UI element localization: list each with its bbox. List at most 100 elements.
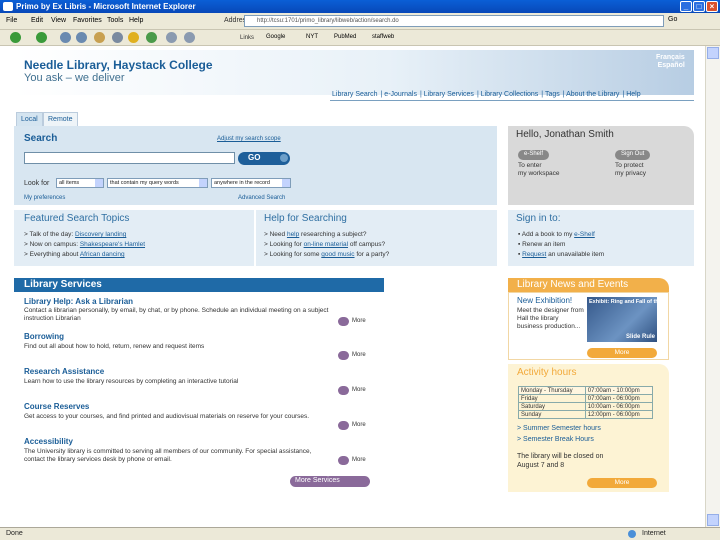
- match-type-select[interactable]: that contain my query words: [107, 178, 208, 188]
- more-arrow-icon: [338, 456, 349, 465]
- activity-more-button[interactable]: More: [587, 478, 657, 488]
- help-link[interactable]: help: [287, 231, 299, 238]
- service-title[interactable]: Course Reserves: [24, 402, 89, 411]
- search-go-button[interactable]: GO: [238, 152, 290, 165]
- eshelf-button[interactable]: e-Shelf: [518, 150, 550, 160]
- search-icon[interactable]: [112, 32, 123, 43]
- adjust-scope-link[interactable]: Adjust my search scope: [217, 136, 281, 142]
- vertical-scrollbar[interactable]: [705, 46, 720, 527]
- mail-icon[interactable]: [166, 32, 177, 43]
- globe-icon: [628, 530, 636, 538]
- search-title: Search: [24, 133, 58, 144]
- service-description: Learn how to use the library resources b…: [24, 378, 239, 385]
- history-icon[interactable]: [146, 32, 157, 43]
- library-name[interactable]: Needle Library, Haystack College: [24, 58, 213, 72]
- nav-about[interactable]: About the Library: [566, 91, 619, 98]
- table-row: Friday 07:00am - 06:00pm: [518, 394, 654, 403]
- more-arrow-icon: [338, 317, 349, 326]
- table-row: Saturday 10:00am - 06:00pm: [518, 402, 654, 411]
- lang-spanish[interactable]: Español: [656, 62, 685, 70]
- summer-hours-link[interactable]: > Summer Semester hours: [517, 425, 601, 432]
- scroll-up-icon[interactable]: [707, 47, 719, 59]
- more-button[interactable]: More: [338, 351, 374, 360]
- more-button[interactable]: More: [338, 421, 374, 430]
- nav-divider: [330, 100, 694, 101]
- nav-ejournals[interactable]: e-Journals: [384, 91, 417, 98]
- featured-link[interactable]: Shakespeare's Hamlet: [80, 241, 145, 248]
- link-staffweb[interactable]: staffweb: [372, 34, 394, 40]
- hours-table: Monday - Thursday 07:00am - 10:00pm Frida…: [518, 386, 654, 419]
- service-title[interactable]: Library Help: Ask a Librarian: [24, 297, 133, 306]
- link-pubmed[interactable]: PubMed: [334, 34, 356, 40]
- nav-tags[interactable]: Tags: [545, 91, 560, 98]
- search-input[interactable]: [24, 152, 235, 164]
- sign-in-link[interactable]: Request: [522, 251, 546, 258]
- exhibition-image-title: Exhibit: Ring and Fall of the ...: [589, 299, 668, 305]
- help-searching-title: Help for Searching: [264, 213, 347, 224]
- menu-edit[interactable]: Edit: [31, 17, 43, 24]
- tab-remote[interactable]: Remote: [43, 112, 78, 126]
- help-item: > Looking for some good music for a part…: [264, 251, 390, 258]
- link-nyt[interactable]: NYT: [306, 34, 318, 40]
- close-button[interactable]: ×: [706, 1, 718, 12]
- link-google[interactable]: Google: [266, 34, 285, 40]
- print-icon[interactable]: [184, 32, 195, 43]
- stop-icon[interactable]: [60, 32, 71, 43]
- sign-in-item: ▪ Add a book to my e-Shelf: [518, 231, 595, 238]
- address-field[interactable]: http://tcsu:1701/primo_library/libweb/ac…: [244, 15, 664, 27]
- my-preferences-link[interactable]: My preferences: [24, 195, 65, 201]
- services-title: Library Services: [24, 279, 102, 290]
- service-title[interactable]: Borrowing: [24, 332, 64, 341]
- nav-help[interactable]: Help: [626, 91, 640, 98]
- refresh-icon[interactable]: [76, 32, 87, 43]
- help-link[interactable]: good music: [321, 251, 354, 258]
- window-titlebar: Primo by Ex Libris - Microsoft Internet …: [0, 0, 720, 13]
- nav-library-search[interactable]: Library Search: [332, 91, 378, 98]
- tab-local[interactable]: Local: [16, 112, 43, 126]
- menu-tools[interactable]: Tools: [107, 17, 123, 24]
- help-link[interactable]: on-line material: [304, 241, 348, 248]
- links-label: Links: [240, 35, 255, 41]
- service-title[interactable]: Accessibility: [24, 437, 73, 446]
- news-text: Meet the designer from Hall the library …: [517, 307, 584, 330]
- sign-in-item[interactable]: ▪ Renew an item: [518, 241, 565, 248]
- minimize-button[interactable]: _: [680, 1, 692, 12]
- forward-icon[interactable]: [36, 32, 47, 43]
- more-button[interactable]: More: [338, 386, 374, 395]
- service-title[interactable]: Research Assistance: [24, 367, 104, 376]
- more-button[interactable]: More: [338, 456, 374, 465]
- break-hours-link[interactable]: > Semester Break Hours: [517, 436, 594, 443]
- nav-library-services[interactable]: Library Services: [424, 91, 474, 98]
- maximize-button[interactable]: □: [693, 1, 705, 12]
- news-more-button[interactable]: More: [587, 348, 657, 358]
- more-arrow-icon: [338, 386, 349, 395]
- menu-help[interactable]: Help: [129, 17, 143, 24]
- go-button[interactable]: Go: [668, 16, 677, 23]
- item-type-select[interactable]: all items: [56, 178, 104, 188]
- more-button[interactable]: More: [338, 317, 374, 326]
- news-headline[interactable]: New Exhibition!: [517, 296, 572, 305]
- featured-link[interactable]: African dancing: [80, 251, 125, 258]
- menu-file[interactable]: File: [6, 17, 17, 24]
- menu-view[interactable]: View: [51, 17, 66, 24]
- home-icon[interactable]: [94, 32, 105, 43]
- more-arrow-icon: [338, 421, 349, 430]
- featured-link[interactable]: Discovery landing: [75, 231, 126, 238]
- favorites-icon[interactable]: [128, 32, 139, 43]
- menu-favorites[interactable]: Favorites: [73, 17, 102, 24]
- lang-french[interactable]: Français: [656, 54, 685, 62]
- advanced-search-link[interactable]: Advanced Search: [238, 195, 285, 201]
- search-field-select[interactable]: anywhere in the record: [211, 178, 291, 188]
- library-tagline: You ask – we deliver: [24, 72, 125, 84]
- look-for-label: Look for: [24, 180, 50, 187]
- more-services-button[interactable]: More Services: [290, 476, 370, 487]
- scroll-down-icon[interactable]: [707, 514, 719, 526]
- nav-library-collections[interactable]: Library Collections: [481, 91, 539, 98]
- featured-item: > Talk of the day: Discovery landing: [24, 231, 127, 238]
- help-item: > Looking for on-line material off campu…: [264, 241, 386, 248]
- sign-in-link[interactable]: e-Shelf: [574, 231, 595, 238]
- back-icon[interactable]: [10, 32, 21, 43]
- top-navigation: Library Search | e-Journals | Library Serv…: [332, 91, 641, 98]
- sign-out-button[interactable]: Sign Out: [615, 150, 651, 160]
- service-description: Find out all about how to hold, return, …: [24, 343, 205, 350]
